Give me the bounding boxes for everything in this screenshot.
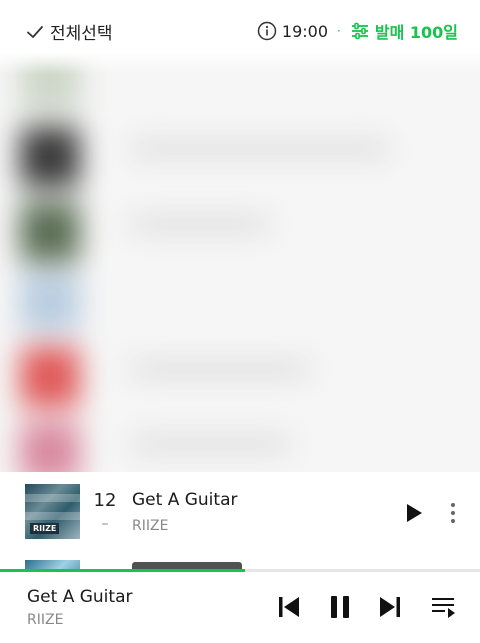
blurred-album-art bbox=[20, 202, 80, 262]
blurred-album-art bbox=[20, 422, 80, 472]
album-art[interactable]: RIIZE bbox=[25, 484, 80, 539]
song-artist[interactable]: RIIZE bbox=[132, 518, 168, 534]
album-art-detail bbox=[25, 512, 80, 520]
blurred-text bbox=[130, 437, 290, 451]
info-icon[interactable] bbox=[257, 21, 277, 41]
skip-next-icon[interactable] bbox=[377, 594, 403, 620]
filter-sliders-icon[interactable] bbox=[350, 21, 370, 41]
blurred-album-art bbox=[20, 347, 80, 407]
album-art-detail bbox=[25, 494, 80, 502]
progress-fill bbox=[0, 569, 245, 572]
now-playing-title[interactable]: Get A Guitar bbox=[27, 587, 132, 607]
rank-change: – bbox=[101, 516, 109, 532]
play-icon[interactable] bbox=[404, 502, 424, 524]
now-playing-artist: RIIZE bbox=[27, 612, 64, 628]
blurred-content bbox=[0, 52, 480, 472]
chart-tools: 19:00 · 발매 100일 bbox=[257, 19, 458, 43]
blur-fade bbox=[0, 52, 480, 74]
blurred-text bbox=[130, 362, 310, 376]
chart-time: 19:00 bbox=[281, 21, 329, 41]
separator-dot: · bbox=[337, 24, 341, 38]
select-all-label: 전체선택 bbox=[50, 24, 113, 44]
blurred-album-art bbox=[20, 127, 80, 187]
skip-previous-icon[interactable] bbox=[276, 594, 302, 620]
album-logo: RIIZE bbox=[30, 523, 60, 534]
next-song-row-peek bbox=[0, 556, 480, 570]
song-title[interactable]: Get A Guitar bbox=[132, 490, 237, 510]
mini-player[interactable]: Get A Guitar RIIZE bbox=[0, 569, 480, 643]
blurred-album-art bbox=[20, 272, 80, 332]
song-rank: 12 bbox=[93, 490, 117, 511]
blurred-song-list bbox=[0, 52, 480, 472]
more-vertical-icon[interactable] bbox=[444, 500, 462, 526]
pause-icon[interactable] bbox=[327, 594, 353, 620]
blurred-text bbox=[130, 217, 270, 231]
progress-bar[interactable] bbox=[0, 569, 480, 572]
blurred-text bbox=[130, 142, 390, 156]
song-row[interactable]: RIIZE 12 – Get A Guitar RIIZE bbox=[0, 480, 480, 544]
select-all-button[interactable]: 전체선택 bbox=[26, 19, 113, 44]
check-icon bbox=[27, 25, 43, 38]
playlist-icon[interactable] bbox=[430, 594, 456, 620]
filter-button[interactable]: 발매 100일 bbox=[375, 19, 458, 43]
